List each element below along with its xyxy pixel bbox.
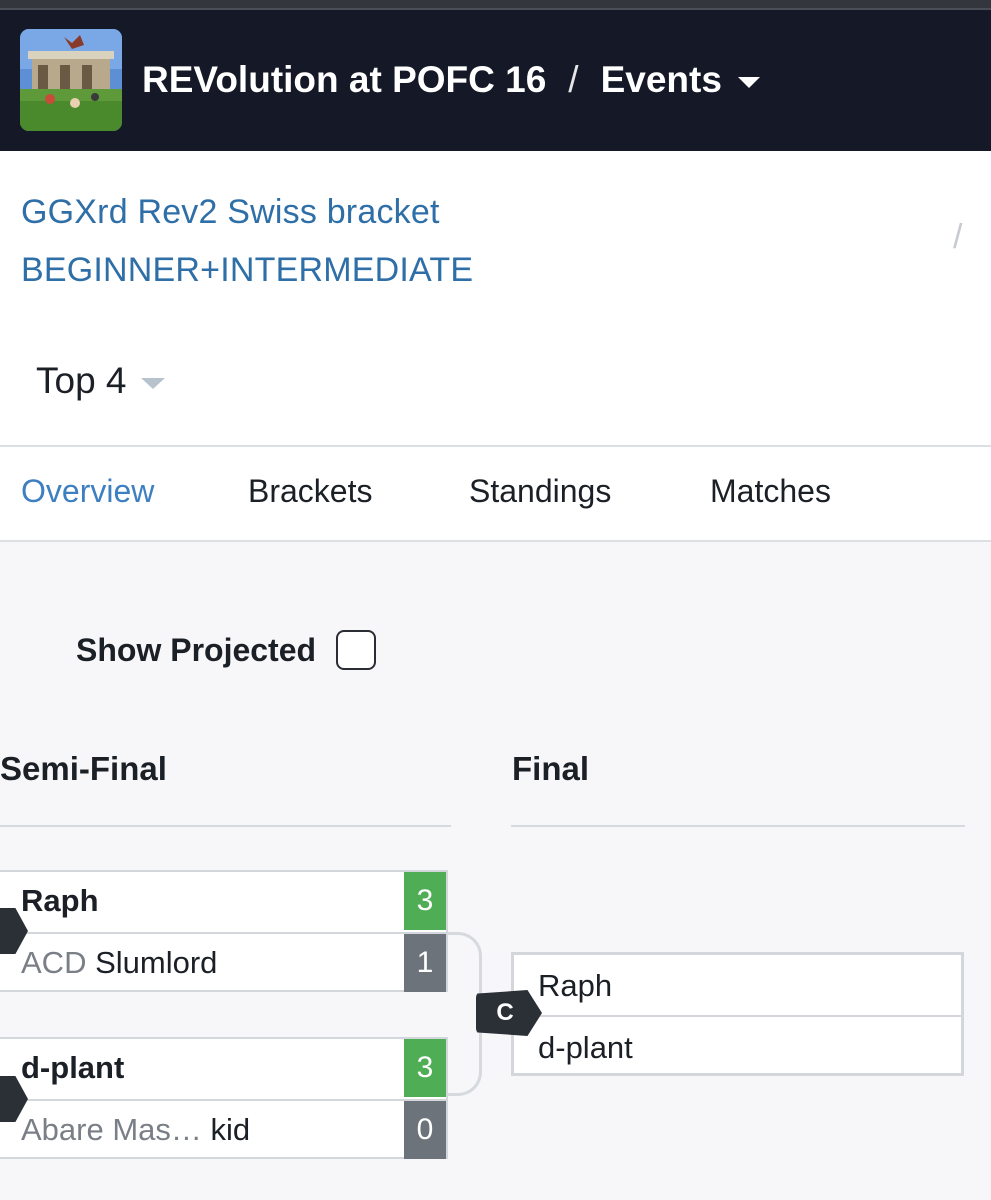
player-name[interactable]: ACD Slumlord	[21, 945, 217, 981]
player-tag: kid	[210, 1112, 251, 1147]
event-title-line-2[interactable]: BEGINNER+INTERMEDIATE	[21, 241, 581, 299]
player-name[interactable]: Raph	[21, 883, 99, 919]
match-slot-top[interactable]: d-plant 3	[0, 1039, 446, 1097]
player-tag: Slumlord	[95, 945, 218, 980]
match-slot-bottom[interactable]: Abare Mas… kid 0	[0, 1099, 446, 1159]
show-projected-label: Show Projected	[76, 631, 317, 668]
final-match[interactable]: Raph d-plant	[511, 952, 964, 1076]
score-badge: 3	[404, 872, 446, 930]
events-dropdown[interactable]: Events	[601, 59, 722, 101]
semi-final-match-1[interactable]: Raph 3 ACD Slumlord 1	[0, 870, 448, 992]
phase-label[interactable]: Top 4	[36, 360, 127, 402]
breadcrumb-trailing-separator: /	[953, 218, 963, 256]
event-title-line-1[interactable]: GGXrd Rev2 Swiss bracket	[21, 183, 581, 241]
player-prefix: ACD	[21, 945, 87, 980]
player-name[interactable]: d-plant	[21, 1050, 124, 1086]
phase-selector[interactable]: Top 4	[36, 360, 165, 402]
player-tag: Raph	[21, 883, 99, 918]
event-title-link[interactable]: GGXrd Rev2 Swiss bracket BEGINNER+INTERM…	[21, 183, 581, 299]
show-projected-checkbox[interactable]	[336, 630, 377, 670]
round-divider	[0, 825, 451, 827]
round-divider	[511, 825, 965, 827]
top-header: REVolution at POFC 16 / Events	[0, 10, 991, 151]
round-title-semi-final: Semi-Final	[0, 750, 167, 787]
match-slot-bottom[interactable]: d-plant	[514, 1015, 961, 1075]
breadcrumb: REVolution at POFC 16 / Events	[142, 50, 760, 110]
top-border	[0, 0, 991, 10]
tab-standings[interactable]: Standings	[469, 473, 611, 510]
show-projected-control: Show Projected	[76, 630, 377, 670]
round-title-final: Final	[512, 750, 590, 787]
divider	[0, 540, 991, 542]
score-badge: 3	[404, 1039, 446, 1097]
chevron-down-icon[interactable]	[140, 377, 165, 389]
match-slot-top[interactable]: Raph 3	[0, 872, 446, 930]
breadcrumb-separator: /	[568, 59, 579, 100]
player-name[interactable]: Abare Mas… kid	[21, 1112, 250, 1148]
player-name[interactable]: Raph	[538, 968, 612, 1004]
match-slot-bottom[interactable]: ACD Slumlord 1	[0, 932, 446, 992]
score-badge: 0	[404, 1101, 446, 1159]
match-slot-top[interactable]: Raph	[514, 955, 961, 1015]
tournament-logo-image[interactable]	[20, 29, 122, 131]
player-prefix: Abare Mas…	[21, 1112, 202, 1147]
tab-matches[interactable]: Matches	[710, 473, 831, 510]
player-tag: d-plant	[21, 1050, 125, 1085]
score-badge: 1	[404, 934, 446, 992]
chevron-down-icon[interactable]	[737, 76, 760, 88]
tab-brackets[interactable]: Brackets	[248, 473, 372, 510]
tab-overview[interactable]: Overview	[21, 473, 154, 510]
semi-final-match-2[interactable]: d-plant 3 Abare Mas… kid 0	[0, 1037, 448, 1159]
breadcrumb-tournament-link[interactable]: REVolution at POFC 16	[142, 59, 546, 101]
player-name[interactable]: d-plant	[538, 1030, 633, 1066]
tab-bar: Overview Brackets Standings Matches	[0, 447, 991, 541]
